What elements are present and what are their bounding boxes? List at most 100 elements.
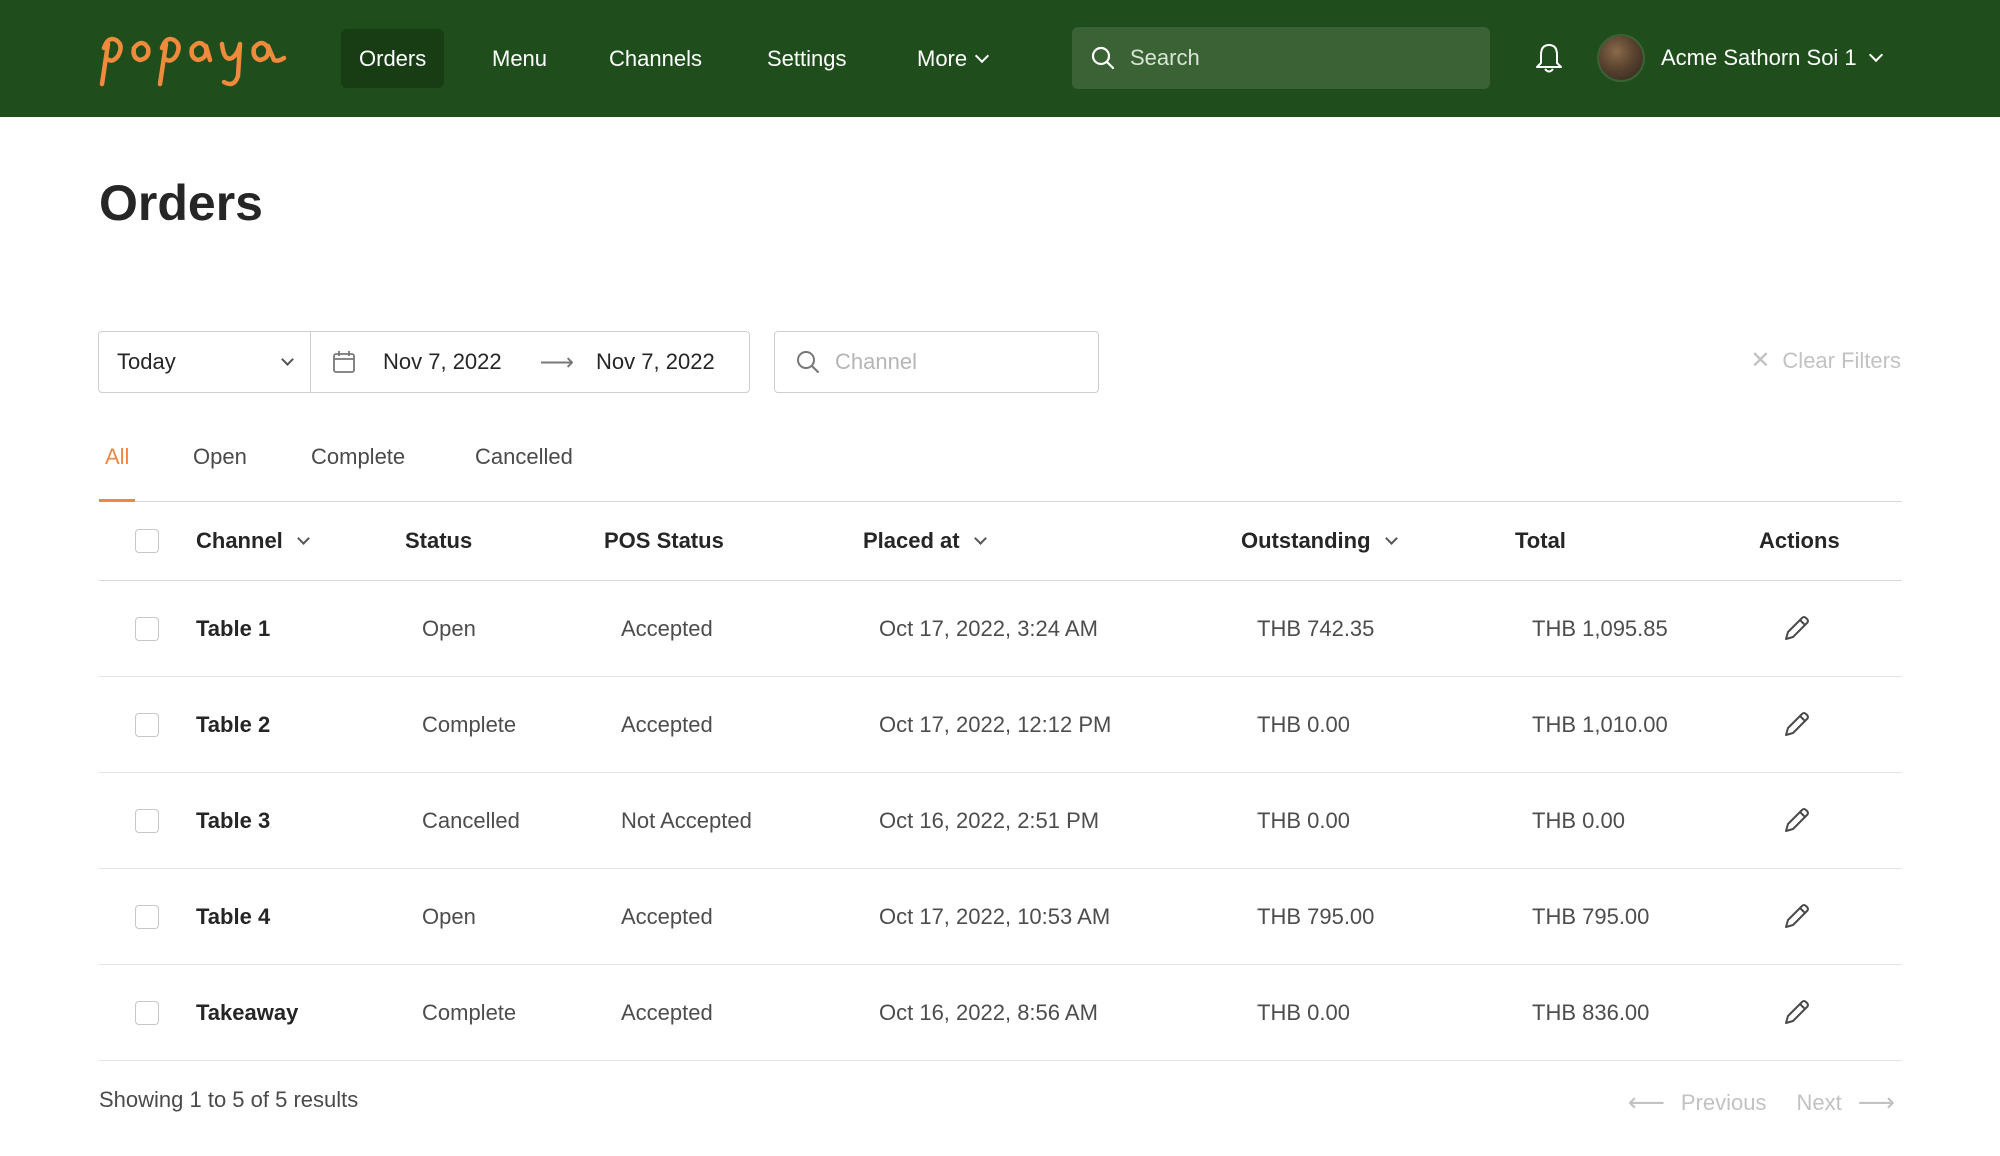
column-outstanding-label: Outstanding [1241,528,1371,553]
next-label: Next [1796,1089,1842,1115]
nav-menu[interactable]: Menu [474,29,565,88]
tab-complete[interactable]: Complete [311,444,405,502]
cell-channel: Takeaway [196,999,299,1025]
cell-outstanding: THB 0.00 [1257,807,1350,833]
row-checkbox[interactable] [135,616,159,641]
row-checkbox[interactable] [135,712,159,737]
chevron-down-icon [1868,47,1883,63]
pencil-icon[interactable] [1780,997,1812,1029]
next-button[interactable]: Next ⟶ [1796,1087,1895,1118]
previous-button[interactable]: ⟵ Previous [1628,1087,1767,1118]
select-all-cell [135,502,159,580]
date-range-picker: Nov 7, 2022 ⟶ Nov 7, 2022 [311,348,715,377]
column-total-label: Total [1515,528,1566,553]
table-row: Table 2 Complete Accepted Oct 17, 2022, … [99,677,1902,773]
cell-total: THB 836.00 [1532,999,1650,1025]
bell-icon[interactable] [1533,41,1565,75]
column-pos-status: POS Status [604,502,724,580]
nav-channels[interactable]: Channels [591,29,720,88]
search-input[interactable] [1130,45,1470,71]
calendar-icon [333,351,355,373]
chevron-down-icon [973,532,987,545]
pencil-icon[interactable] [1780,901,1812,933]
cell-pos-status: Accepted [621,999,713,1025]
nav-settings[interactable]: Settings [749,29,865,88]
cell-actions [1780,965,1812,1060]
cell-actions [1780,677,1812,772]
column-status-label: Status [405,528,473,553]
papaya-logo[interactable] [98,18,308,94]
column-channel[interactable]: Channel [196,502,310,580]
cell-channel: Table 2 [196,711,271,737]
user-menu[interactable]: Acme Sathorn Soi 1 [1597,33,1883,83]
row-select-cell [135,773,159,868]
column-actions-label: Actions [1759,528,1840,553]
cell-status: Complete [422,711,517,737]
row-checkbox[interactable] [135,1000,159,1025]
cell-pos-status: Accepted [621,711,713,737]
table-header: Channel Status POS Status Placed at Outs… [99,502,1902,581]
column-status: Status [405,502,472,580]
cell-status: Cancelled [422,807,520,833]
papaya-logo-wordmark [99,36,287,87]
cell-actions [1780,773,1812,868]
column-placed-at[interactable]: Placed at [863,502,987,580]
table-body: Table 1 Open Accepted Oct 17, 2022, 3:24… [99,581,1902,1061]
channel-input[interactable] [835,349,1085,375]
search-bar[interactable] [1072,27,1490,89]
date-from[interactable]: Nov 7, 2022 [383,349,502,375]
chevron-down-icon [281,353,294,366]
chevron-down-icon [1384,532,1398,545]
nav-orders[interactable]: Orders [341,29,445,88]
cell-outstanding: THB 742.35 [1257,615,1375,641]
column-placed-at-label: Placed at [863,528,960,553]
column-outstanding[interactable]: Outstanding [1241,502,1398,580]
cell-channel: Table 3 [196,807,271,833]
channel-filter[interactable] [774,331,1099,393]
cell-pos-status: Accepted [621,615,713,641]
column-channel-label: Channel [196,528,283,553]
select-all-checkbox[interactable] [135,529,159,553]
date-filter: Today Nov 7, 2022 ⟶ Nov 7, 2022 [98,331,750,393]
tab-all[interactable]: All [99,444,136,502]
column-total: Total [1515,502,1566,580]
table-row: Takeaway Complete Accepted Oct 16, 2022,… [99,965,1902,1061]
cell-outstanding: THB 0.00 [1257,999,1350,1025]
cell-total: THB 1,095.85 [1532,615,1668,641]
cell-channel: Table 1 [196,615,271,641]
nav-more[interactable]: More [899,29,1005,88]
chevron-down-icon [975,48,990,63]
clear-filters-button[interactable]: ✕ Clear Filters [1750,346,1901,375]
user-name: Acme Sathorn Soi 1 [1661,45,1857,70]
cell-placed-at: Oct 17, 2022, 10:53 AM [879,903,1111,929]
arrow-right-icon: ⟶ [1857,1087,1895,1117]
row-checkbox[interactable] [135,808,159,833]
page-title: Orders [99,175,263,231]
tab-cancelled[interactable]: Cancelled [475,444,573,502]
pencil-icon[interactable] [1780,709,1812,741]
table-row: Table 1 Open Accepted Oct 17, 2022, 3:24… [99,581,1902,677]
chevron-down-icon [296,532,310,545]
tab-open[interactable]: Open [193,444,247,502]
arrow-left-icon: ⟵ [1627,1087,1665,1117]
cell-total: THB 1,010.00 [1532,711,1668,737]
pencil-icon[interactable] [1780,805,1812,837]
arrow-right-icon: ⟶ [539,348,575,376]
search-icon [1091,46,1115,70]
cell-placed-at: Oct 16, 2022, 2:51 PM [879,807,1100,833]
clear-filters-label: Clear Filters [1782,347,1901,373]
table-row: Table 3 Cancelled Not Accepted Oct 16, 2… [99,773,1902,869]
cell-status: Complete [422,999,517,1025]
cell-placed-at: Oct 16, 2022, 8:56 AM [879,999,1098,1025]
search-icon [797,351,819,373]
pencil-icon[interactable] [1780,613,1812,645]
previous-label: Previous [1680,1089,1767,1115]
column-actions: Actions [1759,502,1840,580]
pagination: ⟵ Previous Next ⟶ [1628,1087,1895,1118]
date-to[interactable]: Nov 7, 2022 [596,349,715,375]
row-checkbox[interactable] [135,904,159,929]
cell-actions [1780,581,1812,676]
row-select-cell [135,581,159,676]
row-select-cell [135,869,159,964]
date-range-select[interactable]: Today [99,332,311,392]
